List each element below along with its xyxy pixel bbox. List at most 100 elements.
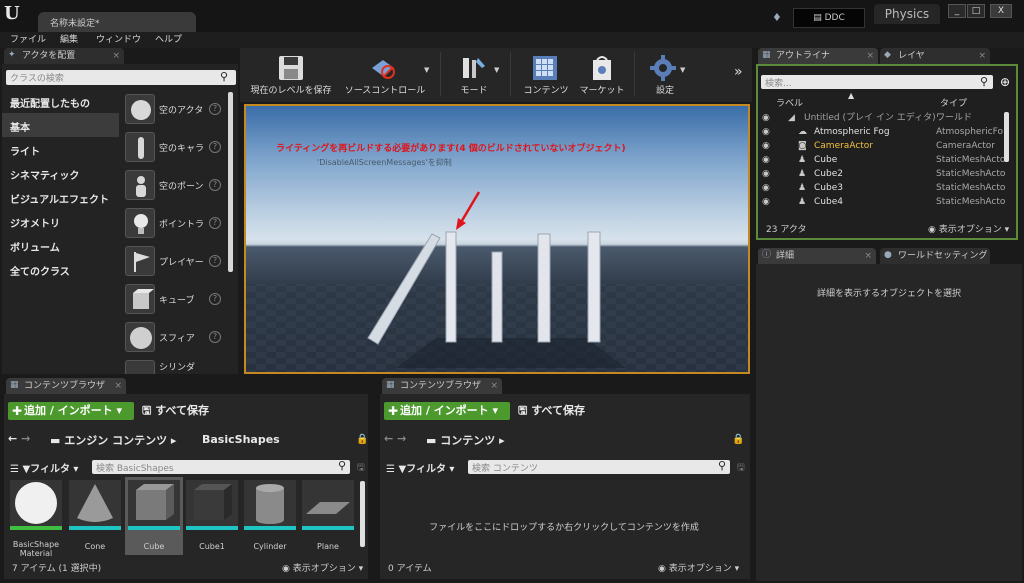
nav-back-forward[interactable]: ← → <box>384 432 406 445</box>
scrollbar[interactable] <box>1004 112 1009 162</box>
ddc-button[interactable]: ▤ DDC <box>793 8 865 28</box>
back-arrow-icon[interactable]: ← <box>384 432 393 445</box>
asset-tile[interactable]: Cone <box>69 480 121 552</box>
add-filter-icon[interactable]: ⊕ <box>997 74 1013 90</box>
search-icon[interactable]: ⚲ <box>718 459 726 472</box>
minimize-button[interactable]: _ <box>948 4 966 18</box>
filter-button[interactable]: ☰ ▼フィルタ ▾ <box>10 460 78 475</box>
asset-cube[interactable]: キューブ ? <box>123 282 226 320</box>
outliner-row[interactable]: ◉ ♟ Cube StaticMeshActo <box>760 153 1005 167</box>
save-all-button[interactable]: 🖫 すべて保存 <box>142 402 209 420</box>
class-search-input[interactable]: クラスの検索 <box>6 70 236 85</box>
search-icon[interactable]: ⚲ <box>220 70 234 84</box>
category-volumes[interactable]: ボリューム <box>2 233 119 257</box>
close-button[interactable]: X <box>990 4 1012 18</box>
chevron-down-icon[interactable]: ▼ <box>680 66 685 74</box>
category-cinematic[interactable]: シネマティック <box>2 161 119 185</box>
lock-icon[interactable]: 🔒 <box>732 434 744 445</box>
close-icon[interactable]: × <box>866 48 874 64</box>
menu-edit[interactable]: 編集 <box>60 33 78 47</box>
help-icon[interactable]: ? <box>209 217 221 229</box>
visibility-eye-icon[interactable]: ◉ <box>762 125 770 139</box>
help-icon[interactable]: ? <box>209 293 221 305</box>
asset-empty-character[interactable]: 空のキャラ ? <box>123 130 226 168</box>
visibility-eye-icon[interactable]: ◉ <box>762 181 770 195</box>
asset-tile[interactable]: Plane <box>302 480 354 552</box>
save-search-icon[interactable]: 🖫 <box>737 460 745 476</box>
close-icon[interactable]: × <box>114 378 122 394</box>
visibility-eye-icon[interactable]: ◉ <box>762 167 770 181</box>
path-root[interactable]: ▬ エンジン コンテンツ ▸ <box>50 432 176 448</box>
outliner-row[interactable]: ◉ ♟ Cube3 StaticMeshActo <box>760 181 1005 195</box>
help-icon[interactable]: ? <box>209 103 221 115</box>
outliner-row[interactable]: ◉ ☁ Atmospheric Fog AtmosphericFo <box>760 125 1004 139</box>
close-icon[interactable]: × <box>490 378 498 394</box>
path-leaf[interactable]: BasicShapes <box>202 433 280 446</box>
asset-sphere[interactable]: スフィア ? <box>123 320 226 358</box>
sort-ascending-icon[interactable]: ▲ <box>848 91 854 100</box>
category-geometry[interactable]: ジオメトリ <box>2 209 119 233</box>
toolbar-overflow-button[interactable]: » <box>734 64 743 80</box>
close-icon[interactable]: × <box>978 48 986 64</box>
asset-tile[interactable]: Cube1 <box>186 480 238 552</box>
category-recent[interactable]: 最近配置したもの <box>2 89 119 113</box>
tab-outliner[interactable]: ▦ アウトライナ × <box>758 48 878 64</box>
lock-icon[interactable]: 🔒 <box>356 434 368 445</box>
scrollbar[interactable] <box>228 92 233 272</box>
close-icon[interactable]: × <box>112 48 120 64</box>
menu-file[interactable]: ファイル <box>10 33 46 47</box>
visibility-eye-icon[interactable]: ◉ <box>762 139 770 153</box>
source-control-button[interactable]: ▼ ソースコントロール <box>340 50 430 100</box>
chevron-down-icon[interactable]: ▼ <box>424 66 429 74</box>
asset-empty-actor[interactable]: 空のアクタ ? <box>123 92 226 130</box>
add-import-button[interactable]: ✚ 追加 / インポート ▾ <box>384 402 510 420</box>
asset-tile[interactable]: BasicShape Material <box>10 480 62 558</box>
category-all-classes[interactable]: 全てのクラス <box>2 257 119 281</box>
asset-search-input[interactable]: 検索 コンテンツ <box>468 460 730 474</box>
close-icon[interactable]: × <box>864 248 872 264</box>
save-all-button[interactable]: 🖫 すべて保存 <box>518 402 585 420</box>
visibility-eye-icon[interactable]: ◉ <box>762 153 770 167</box>
asset-search-input[interactable]: 検索 BasicShapes <box>92 460 350 474</box>
tab-content-browser-2[interactable]: ▦ コンテンツブラウザ × <box>382 378 502 394</box>
modes-button[interactable]: ▼ モード <box>446 50 502 100</box>
search-icon[interactable]: ⚲ <box>980 75 988 88</box>
outliner-row[interactable]: ◉ ♟ Cube4 StaticMeshActo <box>760 195 1005 209</box>
view-options-button[interactable]: ◉ 表示オプション ▾ <box>928 222 1009 235</box>
menu-help[interactable]: ヘルプ <box>155 33 182 47</box>
category-basic[interactable]: 基本 <box>2 113 119 137</box>
help-icon[interactable]: ? <box>209 255 221 267</box>
asset-point-light[interactable]: ポイントラ ? <box>123 206 226 244</box>
asset-cylinder[interactable]: シリンダ <box>123 358 226 374</box>
help-icon[interactable]: ? <box>209 179 221 191</box>
back-arrow-icon[interactable]: ← <box>8 432 17 445</box>
content-button[interactable]: コンテンツ <box>516 50 576 100</box>
tab-world-settings[interactable]: ● ワールドセッティング <box>880 248 990 264</box>
view-options-button[interactable]: ◉ 表示オプション ▾ <box>282 561 363 574</box>
tab-layers[interactable]: ◆ レイヤ × <box>880 48 990 64</box>
column-header-label[interactable]: ラベル <box>776 96 803 109</box>
chevron-down-icon[interactable]: ▼ <box>494 66 499 74</box>
tab-place-actors[interactable]: ✦ アクタを配置 × <box>4 48 124 64</box>
settings-button[interactable]: ▼ 設定 <box>640 50 690 100</box>
search-icon[interactable]: ⚲ <box>338 459 346 472</box>
marketplace-button[interactable]: マーケット <box>576 50 628 100</box>
asset-tile[interactable]: Cylinder <box>244 480 296 552</box>
path-root[interactable]: ▬ コンテンツ ▸ <box>426 432 505 448</box>
physics-tab[interactable]: Physics <box>874 4 940 24</box>
column-header-type[interactable]: タイプ <box>940 96 967 109</box>
forward-arrow-icon[interactable]: → <box>397 432 406 445</box>
outliner-row[interactable]: ◉ ♟ Cube2 StaticMeshActo <box>760 167 1005 181</box>
save-search-icon[interactable]: 🖫 <box>357 460 365 476</box>
source-control-icon[interactable]: ♦ <box>772 11 786 25</box>
menu-window[interactable]: ウィンドウ <box>96 33 141 47</box>
view-options-button[interactable]: ◉ 表示オプション ▾ <box>658 561 739 574</box>
visibility-eye-icon[interactable]: ◉ <box>762 195 770 209</box>
scrollbar[interactable] <box>360 481 365 547</box>
tab-content-browser-1[interactable]: ▦ コンテンツブラウザ × <box>6 378 126 394</box>
forward-arrow-icon[interactable]: → <box>21 432 30 445</box>
add-import-button[interactable]: ✚ 追加 / インポート ▾ <box>8 402 134 420</box>
help-icon[interactable]: ? <box>209 331 221 343</box>
nav-back-forward[interactable]: ← → <box>8 432 30 445</box>
filter-button[interactable]: ☰ ▼フィルタ ▾ <box>386 460 454 475</box>
